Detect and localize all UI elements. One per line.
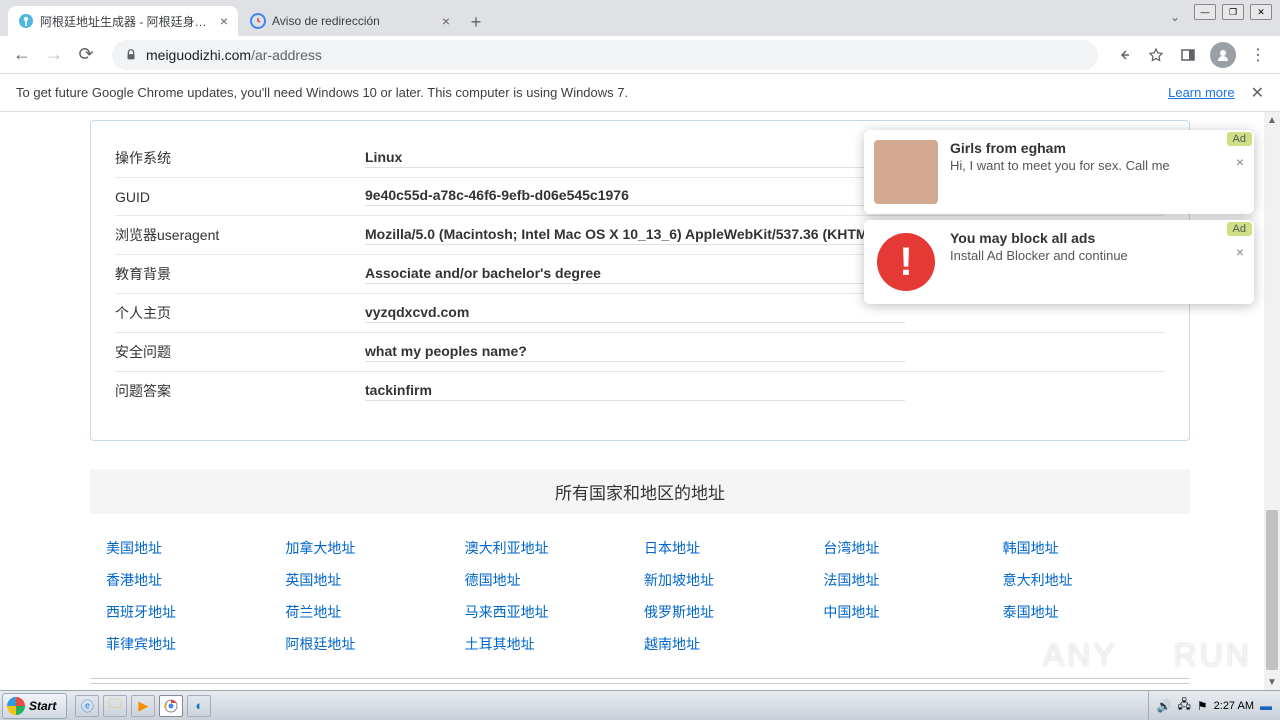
alert-icon: ! <box>874 230 938 294</box>
show-desktop-button[interactable]: ▬ <box>1260 699 1272 713</box>
menu-button[interactable]: ⋮ <box>1244 41 1272 69</box>
infobar-close-button[interactable]: ✕ <box>1251 83 1264 103</box>
country-link[interactable]: 阿根廷地址 <box>285 634 456 654</box>
new-tab-button[interactable]: + <box>462 8 490 36</box>
country-link[interactable]: 西班牙地址 <box>106 602 277 622</box>
ad-close-button[interactable]: × <box>1236 244 1244 260</box>
tray-flag-icon[interactable]: ⚑ <box>1197 699 1208 713</box>
site-icon <box>18 13 34 29</box>
country-link[interactable]: 新加坡地址 <box>644 570 815 590</box>
ad-popup[interactable]: Ad Girls from egham Hi, I want to meet y… <box>864 130 1254 214</box>
browser-tab-active[interactable]: 阿根廷地址生成器 - 阿根廷身份生成 × <box>8 6 238 36</box>
side-panel-icon[interactable] <box>1174 41 1202 69</box>
vertical-scrollbar[interactable]: ▲ ▼ <box>1264 112 1280 690</box>
ad-text: Hi, I want to meet you for sex. Call me <box>950 158 1244 173</box>
country-link[interactable]: 德国地址 <box>465 570 636 590</box>
scroll-down-button[interactable]: ▼ <box>1264 674 1280 690</box>
country-link[interactable]: 菲律宾地址 <box>106 634 277 654</box>
window-close-button[interactable]: ✕ <box>1250 4 1272 20</box>
country-link[interactable]: 香港地址 <box>106 570 277 590</box>
tab-strip: 阿根廷地址生成器 - 阿根廷身份生成 × Aviso de redirecció… <box>0 0 1280 36</box>
country-link[interactable]: 中国地址 <box>823 602 994 622</box>
play-icon <box>1128 638 1164 674</box>
ad-close-button[interactable]: × <box>1236 154 1244 170</box>
ad-popup[interactable]: Ad ! You may block all ads Install Ad Bl… <box>864 220 1254 304</box>
window-maximize-button[interactable]: ❐ <box>1222 4 1244 20</box>
taskbar-explorer-icon[interactable]: 🗀 <box>103 695 127 717</box>
ad-title: You may block all ads <box>950 230 1244 246</box>
bookmark-icon[interactable] <box>1142 41 1170 69</box>
data-row: 问题答案tackinfirm <box>115 372 1165 410</box>
tab-title: Aviso de redirección <box>272 14 436 28</box>
url-text: meiguodizhi.com/ar-address <box>146 47 322 63</box>
ad-badge: Ad <box>1227 222 1252 236</box>
profile-button[interactable] <box>1210 42 1236 68</box>
tab-close-button[interactable]: × <box>220 13 228 29</box>
scroll-thumb[interactable] <box>1266 510 1278 670</box>
infobar-text: To get future Google Chrome updates, you… <box>16 85 1168 100</box>
reload-button[interactable]: ⟳ <box>72 41 100 69</box>
scroll-up-button[interactable]: ▲ <box>1264 112 1280 128</box>
learn-more-link[interactable]: Learn more <box>1168 85 1234 100</box>
section-heading: 所有国家和地区的地址 <box>90 469 1190 514</box>
share-icon[interactable] <box>1110 41 1138 69</box>
country-link[interactable]: 俄罗斯地址 <box>644 602 815 622</box>
country-link[interactable]: 意大利地址 <box>1003 570 1174 590</box>
country-link[interactable]: 英国地址 <box>285 570 456 590</box>
forward-button[interactable]: → <box>40 41 68 69</box>
country-link[interactable]: 台湾地址 <box>823 538 994 558</box>
copyright-text: Copyright (c) 2021 meiguodizhi.com All r… <box>90 683 1190 690</box>
country-link[interactable]: 土耳其地址 <box>465 634 636 654</box>
google-icon <box>250 13 266 29</box>
ad-image <box>874 140 938 204</box>
country-links-grid: 美国地址 加拿大地址 澳大利亚地址 日本地址 台湾地址 韩国地址 香港地址 英国… <box>90 514 1190 679</box>
taskbar-chrome-icon[interactable] <box>159 695 183 717</box>
country-link[interactable]: 澳大利亚地址 <box>465 538 636 558</box>
country-link[interactable]: 荷兰地址 <box>285 602 456 622</box>
update-infobar: To get future Google Chrome updates, you… <box>0 74 1280 112</box>
back-button[interactable]: ← <box>8 41 36 69</box>
country-link[interactable]: 泰国地址 <box>1003 602 1174 622</box>
ad-text: Install Ad Blocker and continue <box>950 248 1244 263</box>
browser-tab-inactive[interactable]: Aviso de redirección × <box>240 6 460 36</box>
start-button[interactable]: Start <box>2 693 67 719</box>
data-row: 安全问题what my peoples name? <box>115 333 1165 372</box>
country-link[interactable]: 马来西亚地址 <box>465 602 636 622</box>
country-link[interactable]: 法国地址 <box>823 570 994 590</box>
country-link[interactable]: 美国地址 <box>106 538 277 558</box>
lock-icon <box>124 48 138 62</box>
browser-toolbar: ← → ⟳ meiguodizhi.com/ar-address ⋮ <box>0 36 1280 74</box>
taskbar-edge-icon[interactable]: ◐ <box>187 695 211 717</box>
taskbar-ie-icon[interactable]: ⓔ <box>75 695 99 717</box>
windows-taskbar: Start ⓔ 🗀 ▶ ◐ 🔊 🖧 ⚑ 2:27 AM ▬ <box>0 690 1280 720</box>
country-link[interactable]: 日本地址 <box>644 538 815 558</box>
country-link[interactable]: 韩国地址 <box>1003 538 1174 558</box>
windows-logo-icon <box>7 697 25 715</box>
country-link[interactable]: 加拿大地址 <box>285 538 456 558</box>
tray-sound-icon[interactable]: 🔊 <box>1157 699 1172 713</box>
taskbar-media-icon[interactable]: ▶ <box>131 695 155 717</box>
tray-network-icon[interactable]: 🖧 <box>1177 695 1190 716</box>
system-tray: 🔊 🖧 ⚑ 2:27 AM ▬ <box>1148 691 1280 720</box>
address-bar[interactable]: meiguodizhi.com/ar-address <box>112 40 1098 70</box>
watermark: ANY RUN <box>1043 637 1252 674</box>
tab-close-button[interactable]: × <box>442 13 450 29</box>
tab-title: 阿根廷地址生成器 - 阿根廷身份生成 <box>40 13 214 30</box>
ad-badge: Ad <box>1227 132 1252 146</box>
ad-title: Girls from egham <box>950 140 1244 156</box>
taskbar-clock[interactable]: 2:27 AM <box>1214 700 1254 712</box>
country-link[interactable]: 越南地址 <box>644 634 815 654</box>
window-controls: — ❐ ✕ <box>1194 4 1272 20</box>
tabs-dropdown-button[interactable]: ⌄ <box>1170 10 1180 24</box>
window-minimize-button[interactable]: — <box>1194 4 1216 20</box>
